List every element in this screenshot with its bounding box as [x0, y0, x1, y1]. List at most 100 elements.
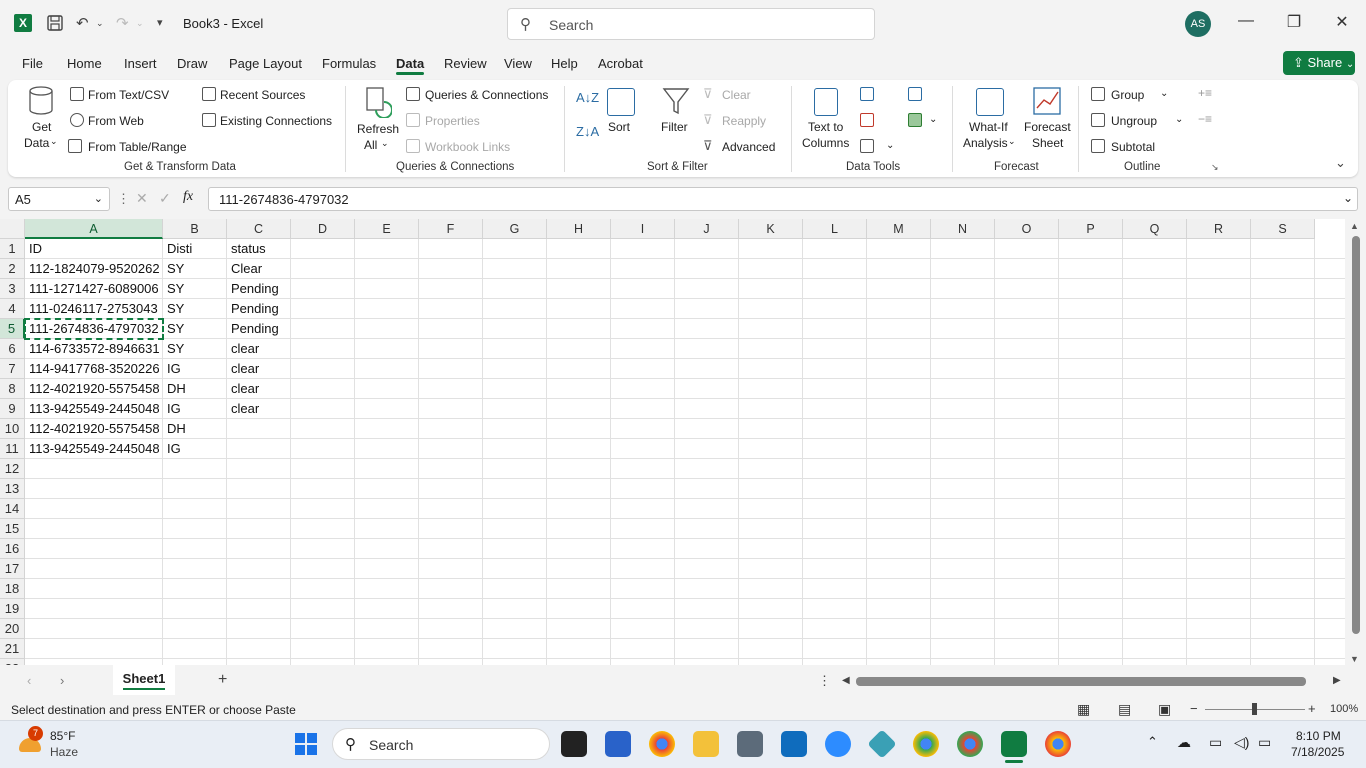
cell-a7[interactable]: 114-9417768-3520226 — [26, 359, 162, 379]
show-hidden-icons-icon[interactable]: ⌃ — [1147, 734, 1158, 750]
chrome-profile-3-icon[interactable] — [1045, 731, 1071, 757]
row-header-2[interactable]: 2 — [0, 259, 25, 279]
restore-icon[interactable]: ❐ — [1279, 12, 1309, 32]
from-web-button[interactable]: From Web — [88, 114, 144, 128]
text-to-columns-button[interactable]: Text to Columns — [800, 86, 854, 154]
prev-sheet-icon[interactable]: ‹ — [27, 673, 31, 688]
calculator-icon[interactable] — [737, 731, 763, 757]
cell-c10[interactable] — [228, 419, 290, 439]
battery-icon[interactable]: ▭ — [1258, 734, 1271, 751]
column-header-f[interactable]: F — [419, 219, 483, 239]
get-data-button[interactable]: Get Data ⌄ — [22, 86, 60, 154]
user-avatar[interactable]: AS — [1185, 11, 1211, 37]
cancel-icon[interactable]: ✕ — [136, 190, 148, 207]
cell-a11[interactable]: 113-9425549-2445048 — [26, 439, 162, 459]
reapply-button[interactable]: Reapply — [722, 114, 766, 128]
column-header-m[interactable]: M — [867, 219, 931, 239]
cell-b7[interactable]: IG — [164, 359, 226, 379]
chevron-down-icon[interactable]: ⌄ — [886, 140, 894, 151]
tab-split-icon[interactable]: ⋮ — [818, 673, 831, 689]
zoom-level[interactable]: 100% — [1330, 703, 1358, 715]
remove-duplicates-icon[interactable] — [860, 113, 874, 127]
row-header-9[interactable]: 9 — [0, 399, 25, 419]
chrome-profile-icon[interactable] — [913, 731, 939, 757]
column-header-k[interactable]: K — [739, 219, 803, 239]
zoom-slider-thumb[interactable] — [1252, 703, 1257, 715]
chevron-down-icon[interactable]: ⌄ — [1160, 88, 1168, 99]
store-icon[interactable] — [605, 731, 631, 757]
column-header-a[interactable]: A — [25, 219, 163, 239]
scroll-down-icon[interactable]: ▼ — [1350, 654, 1359, 664]
row-header-18[interactable]: 18 — [0, 579, 25, 599]
cell-c1[interactable]: status — [228, 239, 290, 259]
tab-view[interactable]: View — [504, 56, 532, 71]
file-explorer-icon[interactable] — [693, 731, 719, 757]
row-header-8[interactable]: 8 — [0, 379, 25, 399]
dialog-launcher-icon[interactable]: ↘ — [1211, 162, 1219, 173]
cell-a4[interactable]: 111-0246117-2753043 — [26, 299, 162, 319]
expand-formula-icon[interactable]: ⌄ — [1343, 191, 1353, 205]
zoom-in-icon[interactable]: + — [1308, 701, 1316, 716]
row-header-17[interactable]: 17 — [0, 559, 25, 579]
chevron-down-icon[interactable]: ⌄ — [94, 192, 103, 205]
clock-time[interactable]: 8:10 PM — [1296, 729, 1341, 743]
tab-data[interactable]: Data — [396, 56, 424, 71]
page-break-view-icon[interactable]: ▣ — [1158, 701, 1171, 718]
row-header-19[interactable]: 19 — [0, 599, 25, 619]
insert-function-button[interactable]: fx — [183, 189, 193, 205]
worksheet-grid[interactable]: ABCDEFGHIJKLMNOPQRS 1 2 3 4 5 6 7 8 9 10 11 12 13 14 1… — [0, 219, 1345, 665]
row-header-15[interactable]: 15 — [0, 519, 25, 539]
tab-draw[interactable]: Draw — [177, 56, 207, 71]
row-header-4[interactable]: 4 — [0, 299, 25, 319]
row-header-5[interactable]: 5 — [0, 319, 25, 339]
tab-home[interactable]: Home — [67, 56, 102, 71]
formula-input[interactable]: 111-2674836-4797032 ⌄ — [208, 187, 1358, 211]
onedrive-icon[interactable]: ☁ — [1177, 734, 1191, 751]
cell-b2[interactable]: SY — [164, 259, 226, 279]
row-header-10[interactable]: 10 — [0, 419, 25, 439]
cell-b8[interactable]: DH — [164, 379, 226, 399]
page-layout-view-icon[interactable]: ▤ — [1118, 701, 1131, 718]
minimize-icon[interactable]: — — [1231, 12, 1261, 30]
chevron-down-icon[interactable]: ⌄ — [929, 114, 937, 125]
redo-dropdown-icon[interactable]: ⌄ — [136, 18, 144, 29]
search-box[interactable]: ⚲ Search — [507, 8, 875, 40]
column-header-g[interactable]: G — [483, 219, 547, 239]
chrome-icon[interactable] — [649, 731, 675, 757]
cell-b5[interactable]: SY — [164, 319, 226, 339]
cell-a9[interactable]: 113-9425549-2445048 — [26, 399, 162, 419]
sort-button[interactable]: Sort — [604, 86, 638, 138]
scroll-right-icon[interactable]: ▶ — [1333, 675, 1341, 686]
chrome-profile-2-icon[interactable] — [957, 731, 983, 757]
row-header-12[interactable]: 12 — [0, 459, 25, 479]
cell-a1[interactable]: ID — [26, 239, 162, 259]
hide-detail-icon[interactable]: −≡ — [1198, 112, 1212, 126]
column-header-j[interactable]: J — [675, 219, 739, 239]
cell-b3[interactable]: SY — [164, 279, 226, 299]
forecast-sheet-button[interactable]: Forecast Sheet — [1022, 86, 1074, 154]
customize-toolbar-icon[interactable]: ▾ — [157, 16, 163, 29]
column-header-d[interactable]: D — [291, 219, 355, 239]
column-header-r[interactable]: R — [1187, 219, 1251, 239]
advanced-button[interactable]: Advanced — [722, 140, 775, 154]
taskbar-search[interactable]: ⚲ Search — [332, 728, 550, 760]
volume-icon[interactable]: ◁) — [1234, 734, 1249, 751]
flash-fill-icon[interactable] — [860, 87, 874, 101]
tab-file[interactable]: File — [22, 56, 43, 71]
normal-view-icon[interactable]: ▦ — [1077, 701, 1090, 718]
cell-c9[interactable]: clear — [228, 399, 290, 419]
undo-icon[interactable]: ↶ — [76, 14, 89, 32]
tab-review[interactable]: Review — [444, 56, 487, 71]
row-header-13[interactable]: 13 — [0, 479, 25, 499]
refresh-all-button[interactable]: Refresh All ⌄ — [356, 86, 399, 154]
zoom-out-icon[interactable]: − — [1190, 701, 1198, 716]
tab-insert[interactable]: Insert — [124, 56, 157, 71]
row-header-11[interactable]: 11 — [0, 439, 25, 459]
sort-ascending-icon[interactable]: A↓Z — [576, 90, 599, 105]
queries-connections-button[interactable]: Queries & Connections — [425, 88, 548, 102]
tab-help[interactable]: Help — [551, 56, 578, 71]
row-header-1[interactable]: 1 — [0, 239, 25, 259]
show-detail-icon[interactable]: +≡ — [1198, 86, 1212, 100]
scroll-up-icon[interactable]: ▲ — [1350, 221, 1359, 231]
vertical-scroll-thumb[interactable] — [1352, 236, 1360, 634]
